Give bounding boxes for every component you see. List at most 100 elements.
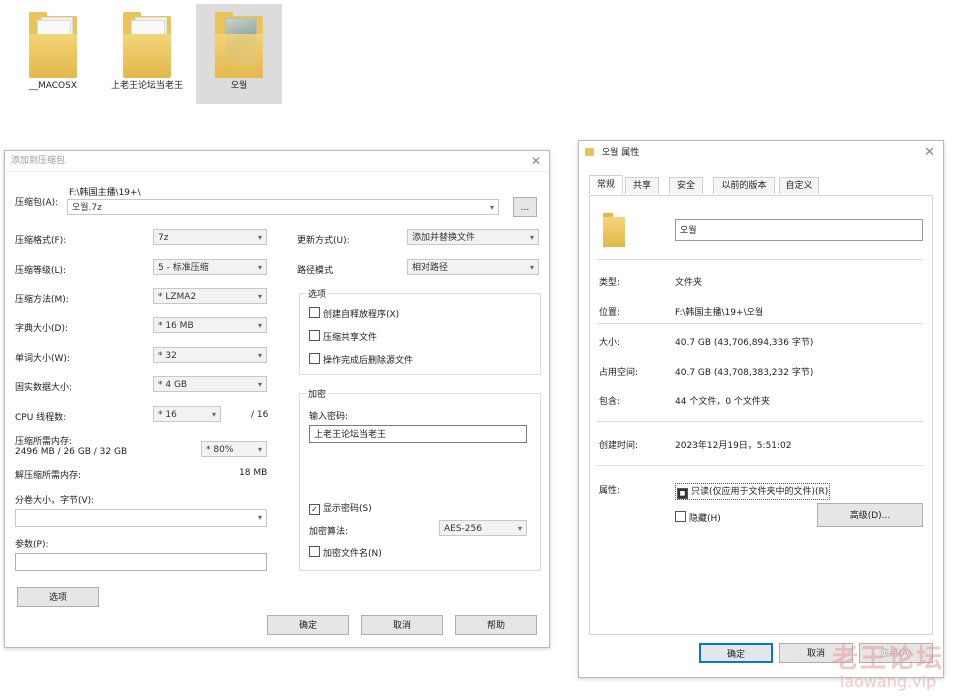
contains-label: 包含: — [599, 397, 621, 407]
tab-sharing[interactable]: 共享 — [625, 177, 659, 194]
encrypt-group-title: 加密 — [306, 387, 329, 400]
dict-select[interactable]: * 16 MB ▾ — [153, 317, 267, 333]
close-icon[interactable]: ✕ — [924, 141, 935, 165]
tab-customize[interactable]: 自定义 — [779, 177, 819, 194]
location-value: F:\韩国主播\19+\오월 — [675, 308, 764, 318]
checkbox-box — [309, 353, 320, 364]
word-value: * 32 — [158, 351, 177, 361]
folder-label: 오월 — [230, 81, 248, 91]
archive-label: 压缩包(A): — [15, 198, 59, 208]
folder-owol[interactable]: 오월 — [196, 4, 282, 104]
update-select[interactable]: 添加并替换文件 ▾ — [407, 229, 539, 245]
chevron-down-icon: ▾ — [257, 351, 262, 360]
checkbox-box: ■ — [677, 488, 688, 499]
separator — [597, 465, 923, 466]
tab-security[interactable]: 安全 — [669, 177, 703, 194]
password-label: 输入密码: — [309, 412, 349, 422]
level-select[interactable]: 5 - 标准压缩 ▾ — [153, 259, 267, 275]
checkbox-box — [309, 330, 320, 341]
chevron-down-icon: ▾ — [517, 524, 522, 533]
password-input[interactable]: 上老王论坛当老王 — [309, 425, 527, 443]
show-password-checkbox[interactable]: ✓ 显示密码(S) — [309, 501, 372, 515]
pathmode-label: 路径模式 — [297, 266, 334, 276]
dialog-title: 오월 属性 — [601, 148, 640, 158]
disk-label: 占用空间: — [599, 368, 639, 378]
browse-button[interactable]: ... — [513, 197, 537, 217]
method-value: * LZMA2 — [158, 292, 197, 302]
hidden-checkbox[interactable]: 隐藏(H) — [675, 511, 721, 524]
tab-general[interactable]: 常规 — [589, 175, 623, 194]
type-label: 类型: — [599, 278, 621, 288]
enc-method-label: 加密算法: — [309, 527, 349, 537]
watermark-url: laowang.vip — [839, 672, 937, 691]
method-label: 压缩方法(M): — [15, 295, 69, 305]
readonly-checkbox[interactable]: ■ 只读(仅应用于文件夹中的文件)(R) — [675, 483, 831, 500]
chevron-down-icon: ▾ — [529, 233, 534, 242]
folder-photo-icon — [213, 12, 265, 78]
params-label: 参数(P): — [15, 540, 49, 550]
options-button[interactable]: 选项 — [17, 587, 99, 607]
add-to-archive-dialog: 添加到压缩包 ✕ 压缩包(A): F:\韩国主播\19+\ 오월.7z ▾ ..… — [4, 150, 550, 648]
created-label: 创建时间: — [599, 441, 639, 451]
delete-checkbox[interactable]: 操作完成后删除源文件 — [309, 353, 413, 366]
close-icon[interactable]: ✕ — [531, 151, 541, 171]
pathmode-select[interactable]: 相对路径 ▾ — [407, 259, 539, 275]
level-value: 5 - 标准压缩 — [158, 263, 209, 273]
tab-panel — [589, 195, 933, 635]
chevron-down-icon: ▾ — [257, 380, 262, 389]
tab-previous-versions[interactable]: 以前的版本 — [713, 177, 775, 194]
folder-small-icon — [585, 148, 594, 156]
cpu-value: * 16 — [158, 410, 177, 420]
chevron-down-icon: ▾ — [489, 203, 494, 212]
chevron-down-icon: ▾ — [257, 292, 262, 301]
dialog-titlebar: 添加到压缩包 ✕ — [5, 151, 549, 172]
encrypt-names-checkbox[interactable]: 加密文件名(N) — [309, 546, 382, 559]
shared-checkbox[interactable]: 压缩共享文件 — [309, 330, 377, 343]
enc-method-value: AES-256 — [444, 524, 482, 534]
ok-button[interactable]: 确定 — [699, 643, 773, 663]
params-input[interactable] — [15, 553, 267, 571]
readonly-label: 只读(仅应用于文件夹中的文件)(R) — [691, 487, 829, 497]
folder-icon — [121, 12, 173, 78]
size-value: 40.7 GB (43,706,894,336 字节) — [675, 338, 814, 348]
folder-label: 上老王论坛当老王 — [110, 81, 183, 91]
chevron-down-icon: ▾ — [257, 513, 262, 522]
folder-name-input[interactable]: 오월 — [675, 219, 923, 241]
solid-select[interactable]: * 4 GB ▾ — [153, 376, 267, 392]
format-select[interactable]: 7z ▾ — [153, 229, 267, 245]
checkbox-box — [675, 511, 686, 522]
sfx-label: 创建自释放程序(X) — [323, 310, 400, 320]
help-button[interactable]: 帮助 — [455, 615, 537, 635]
cancel-button[interactable]: 取消 — [361, 615, 443, 635]
folder-macosx[interactable]: __MACOSX — [10, 4, 96, 104]
mem-value: * 80% — [206, 445, 234, 455]
archive-name-combo[interactable]: 오월.7z ▾ — [67, 199, 499, 215]
delete-label: 操作完成后删除源文件 — [323, 356, 414, 366]
chevron-down-icon: ▾ — [211, 410, 216, 419]
location-label: 位置: — [599, 308, 621, 318]
size-label: 大小: — [599, 338, 621, 348]
separator — [597, 259, 923, 260]
separator — [597, 323, 923, 324]
folder-icon — [27, 12, 79, 78]
checkbox-box: ✓ — [309, 504, 320, 515]
dialog-title: 添加到压缩包 — [11, 156, 66, 166]
mem-select[interactable]: * 80% ▾ — [201, 441, 267, 457]
advanced-button[interactable]: 高级(D)... — [817, 503, 923, 527]
update-label: 更新方式(U): — [297, 236, 350, 246]
ok-button[interactable]: 确定 — [267, 615, 349, 635]
disk-value: 40.7 GB (43,708,383,232 字节) — [675, 368, 814, 378]
word-select[interactable]: * 32 ▾ — [153, 347, 267, 363]
enc-method-select[interactable]: AES-256 ▾ — [439, 520, 527, 536]
pathmode-value: 相对路径 — [412, 263, 449, 273]
method-select[interactable]: * LZMA2 ▾ — [153, 288, 267, 304]
mem-label: 压缩所需内存: — [15, 437, 73, 447]
checkbox-box — [309, 307, 320, 318]
dict-label: 字典大小(D): — [15, 324, 68, 334]
split-combo[interactable]: ▾ — [15, 509, 267, 527]
word-label: 单词大小(W): — [15, 354, 70, 364]
sfx-checkbox[interactable]: 创建自释放程序(X) — [309, 307, 399, 320]
folder-laowang[interactable]: 上老王论坛当老王 — [104, 4, 190, 114]
cpu-select[interactable]: * 16 ▾ — [153, 406, 221, 422]
dict-value: * 16 MB — [158, 321, 194, 331]
